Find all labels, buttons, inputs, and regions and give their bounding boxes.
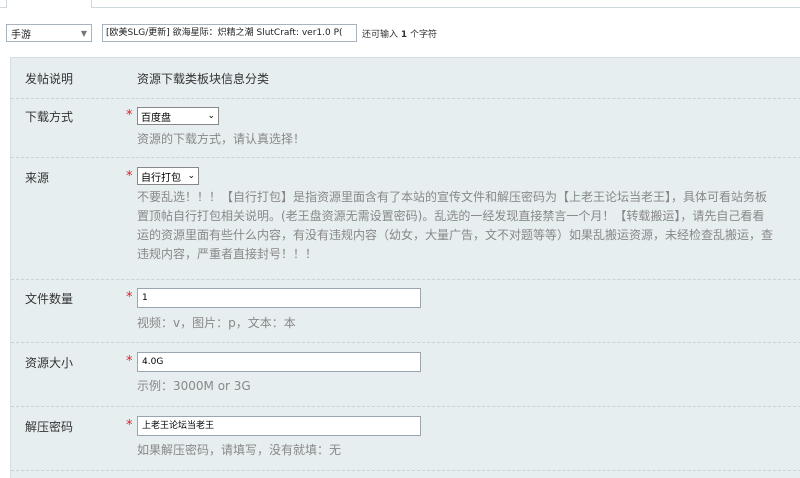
file-count-input[interactable]: 1 bbox=[137, 288, 421, 308]
row-source: 来源 * 自行打包 ⌄ 不要乱选！！！【自行打包】是指资源里面含有了本站的宣传文… bbox=[11, 157, 800, 280]
unzip-password-input[interactable]: 上老王论坛当老王 bbox=[137, 416, 421, 436]
post-desc-label: 发帖说明 bbox=[25, 72, 74, 86]
post-desc-text: 资源下载类板块信息分类 bbox=[137, 72, 270, 86]
unzip-password-value: 上老王论坛当老王 bbox=[142, 421, 215, 431]
download-method-value: 百度盘 bbox=[141, 112, 171, 124]
active-tab[interactable] bbox=[6, 0, 92, 8]
download-method-label: 下载方式 bbox=[25, 110, 74, 124]
category-select[interactable]: 手游 ▼ bbox=[6, 24, 92, 42]
chevron-down-icon: ▼ bbox=[80, 28, 87, 38]
unzip-password-label: 解压密码 bbox=[25, 420, 74, 434]
char-hint-suffix: 个字符 bbox=[410, 29, 438, 40]
source-hint: 不要乱选！！！【自行打包】是指资源里面含有了本站的宣传文件和解压密码为【上老王论… bbox=[137, 188, 797, 264]
file-count-hint: 视频：v，图片：p，文本：本 bbox=[137, 316, 296, 330]
thread-title-value: [欧美SLG/更新] 欲海星际：炽精之潮 SlutCraft: ver1.0 P… bbox=[106, 28, 343, 38]
file-count-label: 文件数量 bbox=[25, 292, 74, 306]
row-file-count: 文件数量 * 1 视频：v，图片：p，文本：本 bbox=[11, 279, 800, 343]
required-mark: * bbox=[126, 169, 133, 184]
char-hint-prefix: 还可输入 bbox=[362, 29, 399, 40]
row-unzip-password: 解压密码 * 上老王论坛当老王 如果解压密码，请填写，没有就填：无 bbox=[11, 406, 800, 471]
resource-size-input[interactable]: 4.0G bbox=[137, 352, 421, 372]
source-select[interactable]: 自行打包 ⌄ bbox=[137, 167, 199, 185]
chevron-down-icon: ⌄ bbox=[207, 111, 215, 121]
file-count-value: 1 bbox=[142, 293, 148, 303]
resource-size-value: 4.0G bbox=[142, 357, 164, 367]
source-hint-line: 置顶帖自行打包相关说明。(老王盘资源无需设置密码)。乱选的一经发现直接禁言一个月… bbox=[137, 209, 765, 223]
download-method-hint: 资源的下载方式，请认真选择！ bbox=[137, 132, 306, 146]
row-download-method: 下载方式 * 百度盘 ⌄ 资源的下载方式，请认真选择！ bbox=[11, 98, 800, 158]
tab-strip bbox=[0, 0, 800, 8]
required-mark: * bbox=[126, 354, 133, 369]
download-method-select[interactable]: 百度盘 ⌄ bbox=[137, 107, 219, 125]
row-resource-size: 资源大小 * 4.0G 示例：3000M or 3G bbox=[11, 342, 800, 407]
char-hint-count: 1 bbox=[400, 29, 408, 40]
char-count-hint: 还可输入 1 个字符 bbox=[362, 27, 437, 40]
source-hint-line: 运的资源里面有些什么内容，有没有违规内容（幼女，大量广告，文不对题等等）如果乱搬… bbox=[137, 228, 774, 242]
classification-panel: 发帖说明 资源下载类板块信息分类 下载方式 * 百度盘 ⌄ 资源的下载方式，请认… bbox=[10, 57, 800, 478]
chevron-down-icon: ⌄ bbox=[187, 171, 195, 181]
source-value: 自行打包 bbox=[141, 172, 181, 184]
source-hint-line: 违规内容，严重者直接封号！！！ bbox=[137, 247, 318, 261]
required-mark: * bbox=[126, 290, 133, 305]
title-row: 手游 ▼ [欧美SLG/更新] 欲海星际：炽精之潮 SlutCraft: ver… bbox=[6, 23, 437, 43]
source-label: 来源 bbox=[25, 171, 50, 185]
resource-size-label: 资源大小 bbox=[25, 356, 74, 370]
unzip-password-hint: 如果解压密码，请填写，没有就填：无 bbox=[137, 443, 342, 457]
resource-size-hint: 示例：3000M or 3G bbox=[137, 379, 251, 393]
required-mark: * bbox=[126, 108, 133, 123]
source-hint-line: 不要乱选！！！【自行打包】是指资源里面含有了本站的宣传文件和解压密码为【上老王论… bbox=[137, 190, 768, 204]
required-mark: * bbox=[126, 418, 133, 433]
row-post-description: 发帖说明 资源下载类板块信息分类 bbox=[11, 58, 800, 99]
category-select-value: 手游 bbox=[11, 29, 31, 41]
thread-title-input[interactable]: [欧美SLG/更新] 欲海星际：炽精之潮 SlutCraft: ver1.0 P… bbox=[102, 24, 357, 42]
